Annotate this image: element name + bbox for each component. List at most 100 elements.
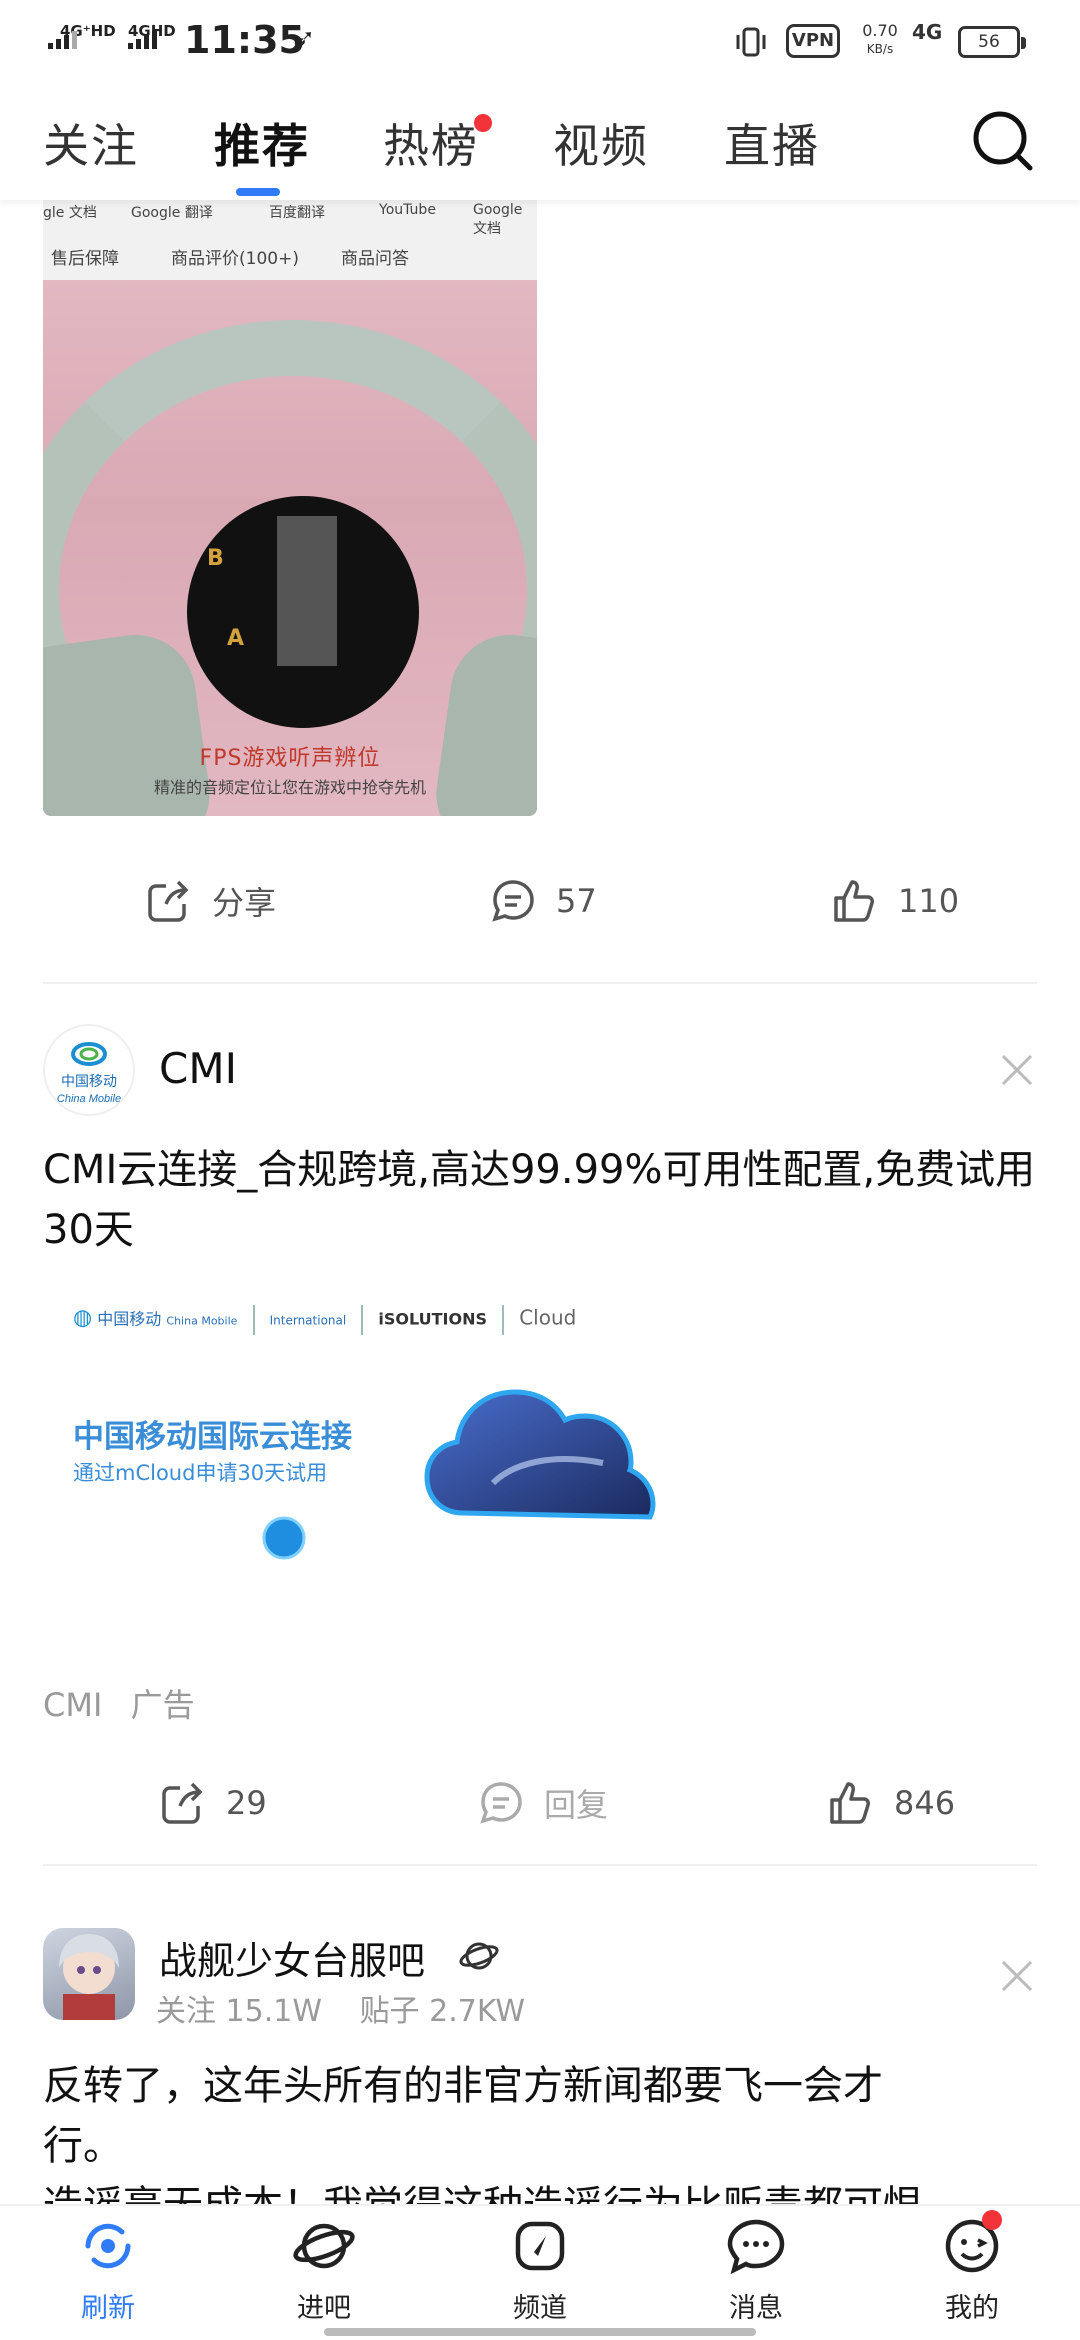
thumbs-up-icon (830, 1782, 870, 1824)
home-indicator[interactable] (324, 2328, 756, 2336)
image-bookmark: YouTube (379, 202, 436, 218)
close-icon[interactable] (997, 1050, 1037, 1090)
share-icon (162, 1782, 203, 1824)
like-button[interactable]: 110 (830, 856, 959, 946)
avatar[interactable]: 中国移动 China Mobile (43, 1024, 135, 1116)
nav-label: 我的 (945, 2293, 999, 2324)
anime-avatar (59, 1934, 119, 2020)
comment-count: 57 (556, 882, 597, 920)
location-arrow-icon: ➶ (292, 22, 316, 55)
tab-live[interactable]: 直播 (724, 110, 820, 176)
close-icon[interactable] (997, 1956, 1037, 1996)
speed-unit: KB/s (866, 42, 894, 56)
game-radar: B A (187, 496, 419, 728)
cloud-illustration (424, 1389, 656, 1520)
refresh-icon (85, 2223, 131, 2269)
status-bar: 4G⁺HD 4GHD 11:35 ➶ VPN 0.70 KB/s 4G 56 (0, 0, 1080, 84)
china-mobile-logo: 中国移动 China Mobile (43, 1024, 135, 1116)
follow-label: 关注 (156, 1994, 216, 2029)
ad-label: 广告 (130, 1686, 195, 1724)
radar-label-b: B (207, 546, 224, 571)
avatar[interactable] (43, 1928, 135, 2020)
radar-label-a: A (227, 626, 245, 651)
image-caption: FPS游戏听声辨位 (199, 746, 381, 771)
ad-meta: CMI 广告 (43, 1680, 213, 1726)
post-text-line: 行。 (43, 2123, 123, 2169)
post1-action-row: 分享 57 110 (0, 856, 1080, 946)
image-browser-tab: 售后保障 (51, 249, 119, 269)
share-button[interactable]: 分享 (144, 856, 276, 946)
author-name[interactable]: CMI (159, 1044, 237, 1093)
signal-icon (48, 30, 80, 49)
radar-path (277, 516, 337, 666)
bottom-nav: 刷新 进吧 频道 消息 我的 (0, 2204, 1080, 2340)
forum-stats: 关注 15.1W 贴子 2.7KW (156, 1986, 525, 2030)
nav-label: 刷新 (81, 2293, 135, 2324)
app-screen: 4G⁺HD 4GHD 11:35 ➶ VPN 0.70 KB/s 4G 56 关… (0, 0, 1080, 2340)
share-count: 29 (226, 1784, 267, 1822)
author-name[interactable]: 战舰少女台服吧 (159, 1930, 425, 1985)
planet-icon (293, 2223, 355, 2269)
vibrate-icon (736, 27, 766, 57)
nav-label: 频道 (513, 2293, 567, 2324)
comment-icon (480, 1782, 522, 1824)
thumbs-up-icon (834, 880, 874, 922)
nav-forums[interactable]: 进吧 (264, 2214, 384, 2325)
svg-text:China Mobile: China Mobile (57, 1093, 121, 1105)
share-icon (148, 880, 189, 922)
clock: 11:35 (184, 18, 305, 62)
nav-messages[interactable]: 消息 (696, 2214, 816, 2325)
ad-brand: 中国移动 (97, 1309, 162, 1329)
planet-badge-icon (459, 1942, 499, 1970)
ad-title: 中国移动国际云连接 (73, 1419, 352, 1455)
search-icon[interactable] (970, 108, 1036, 174)
like-button[interactable]: 846 (826, 1758, 955, 1848)
nav-label: 进吧 (297, 2293, 351, 2324)
post-text-line: 反转了，这年头所有的非官方新闻都要飞一会才 (43, 2063, 883, 2109)
tab-recommend[interactable]: 推荐 (214, 110, 310, 176)
nav-refresh[interactable]: 刷新 (48, 2214, 168, 2325)
ad-intl: International (269, 1313, 347, 1328)
network-type: 4G (912, 20, 943, 44)
speed-value: 0.70 (862, 21, 898, 40)
ad-logo-row: ◍ 中国移动 China Mobile International iSOLUT… (73, 1305, 576, 1335)
active-tab-indicator (236, 188, 280, 196)
reply-button[interactable]: 回复 (476, 1758, 608, 1848)
comment-button[interactable]: 57 (488, 856, 597, 946)
message-icon (727, 2219, 785, 2275)
nav-label: 消息 (729, 2293, 783, 2324)
battery-level: 56 (978, 32, 1000, 52)
hot-list-badge-dot (474, 114, 492, 132)
ad-source: CMI (43, 1686, 103, 1724)
reply-label: 回复 (544, 1786, 609, 1824)
share-label: 分享 (212, 884, 277, 922)
ad-banner[interactable]: ◍ 中国移动 China Mobile International iSOLUT… (43, 1267, 703, 1577)
image-caption-sub: 精准的音频定位让您在游戏中抢夺先机 (153, 778, 426, 797)
comment-icon (492, 880, 534, 922)
tab-video[interactable]: 视频 (553, 110, 649, 176)
posts-count: 2.7KW (429, 1994, 526, 2029)
like-count: 846 (894, 1784, 956, 1822)
battery-icon: 56 (958, 26, 1026, 58)
vpn-badge: VPN (786, 24, 840, 58)
image-browser-tab: 商品评价(100+) (171, 249, 299, 269)
compass-icon (515, 2221, 565, 2271)
top-tab-bar: 关注 推荐 热榜 视频 直播 (0, 84, 1080, 200)
post-divider (43, 1864, 1037, 1866)
post-text[interactable]: CMI云连接_合规跨境,高达99.99%可用性配置,免费试用30天 (43, 1140, 1037, 1260)
image-browser-tab: 商品问答 (341, 249, 409, 269)
ad-cloud-logo: Cloud (519, 1305, 577, 1330)
image-bookmark: Google 翻译 (131, 205, 213, 221)
signal-icon-2 (128, 30, 160, 49)
svg-text:中国移动: 中国移动 (61, 1073, 117, 1089)
post2-author-row: 中国移动 China Mobile CMI (43, 1024, 1037, 1120)
nav-me[interactable]: 我的 (912, 2210, 1032, 2325)
network-speed: 0.70 KB/s (852, 22, 908, 58)
image-bookmark: Google 文档 (473, 202, 523, 237)
share-button[interactable]: 29 (158, 1758, 267, 1848)
globe-icon (262, 1516, 306, 1560)
post-image[interactable]: gle 文档 Google 翻译 百度翻译 YouTube Google 文档 … (43, 200, 537, 816)
tab-hot-list[interactable]: 热榜 (383, 110, 479, 176)
nav-channels[interactable]: 频道 (480, 2214, 600, 2325)
tab-follow[interactable]: 关注 (43, 110, 139, 176)
